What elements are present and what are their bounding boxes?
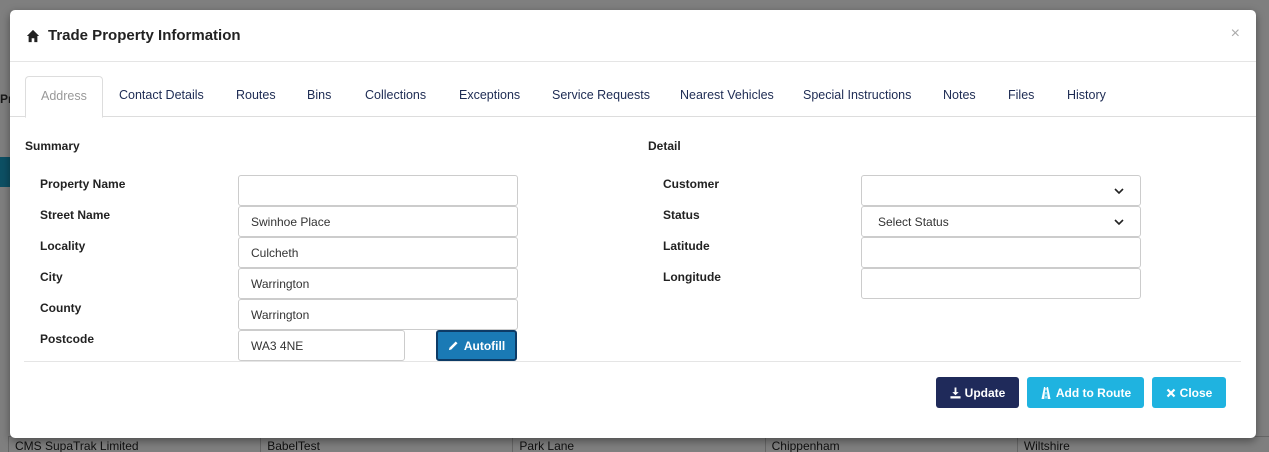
latitude-label: Latitude (663, 239, 710, 253)
pencil-icon (448, 341, 458, 351)
home-icon (26, 29, 40, 42)
tab-history[interactable]: History (1067, 76, 1106, 117)
add-to-route-label: Add to Route (1055, 385, 1132, 400)
autofill-label: Autofill (463, 338, 506, 353)
update-button[interactable]: Update (936, 377, 1019, 408)
chevron-down-icon (1114, 187, 1124, 194)
county-label: County (40, 301, 82, 315)
city-label: City (40, 270, 63, 284)
locality-label: Locality (40, 239, 86, 253)
modal-header: Trade Property Information × (10, 10, 1256, 62)
city-input[interactable] (238, 268, 518, 299)
street-name-input[interactable] (238, 206, 518, 237)
street-name-label: Street Name (40, 208, 111, 222)
status-select-value: Select Status (878, 214, 949, 229)
close-label: Close (1179, 385, 1213, 400)
longitude-label: Longitude (663, 270, 721, 284)
tab-collections[interactable]: Collections (365, 76, 426, 117)
tab-special-instructions[interactable]: Special Instructions (803, 76, 911, 117)
property-name-label: Property Name (40, 177, 126, 191)
county-input[interactable] (238, 299, 518, 330)
latitude-input[interactable] (861, 237, 1141, 268)
autofill-button[interactable]: Autofill (436, 330, 517, 361)
summary-heading: Summary (25, 139, 80, 153)
tab-routes[interactable]: Routes (236, 76, 276, 117)
detail-heading: Detail (648, 139, 681, 153)
tab-service-requests[interactable]: Service Requests (552, 76, 650, 117)
download-icon (950, 387, 961, 398)
add-to-route-button[interactable]: Add to Route (1027, 377, 1144, 408)
tab-bar: Address Contact Details Routes Bins Coll… (10, 76, 1256, 118)
road-icon (1041, 386, 1051, 399)
close-icon[interactable]: × (1231, 26, 1240, 42)
chevron-down-icon (1114, 218, 1124, 225)
tab-bins[interactable]: Bins (307, 76, 331, 117)
customer-label: Customer (663, 177, 720, 191)
status-select[interactable]: Select Status (861, 206, 1141, 237)
tab-notes[interactable]: Notes (943, 76, 976, 117)
tab-contact-details[interactable]: Contact Details (119, 76, 204, 117)
trade-property-modal: Trade Property Information × Address Con… (10, 10, 1256, 438)
status-label: Status (663, 208, 700, 222)
tab-address[interactable]: Address (25, 76, 103, 118)
customer-select[interactable] (861, 175, 1141, 206)
tab-nearest-vehicles[interactable]: Nearest Vehicles (680, 76, 774, 117)
longitude-input[interactable] (861, 268, 1141, 299)
form-divider (24, 361, 1241, 362)
update-label: Update (964, 385, 1006, 400)
property-name-input[interactable] (238, 175, 518, 206)
locality-input[interactable] (238, 237, 518, 268)
tab-files[interactable]: Files (1008, 76, 1034, 117)
postcode-label: Postcode (40, 332, 95, 346)
close-icon (1166, 388, 1175, 397)
postcode-input[interactable] (238, 330, 405, 361)
tab-exceptions[interactable]: Exceptions (459, 76, 520, 117)
close-button[interactable]: Close (1152, 377, 1226, 408)
modal-title: Trade Property Information (48, 27, 241, 44)
